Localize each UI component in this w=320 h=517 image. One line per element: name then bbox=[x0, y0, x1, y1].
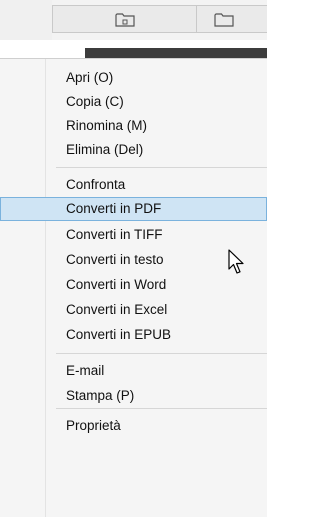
mouse-pointer-icon bbox=[228, 249, 244, 274]
menu-separator bbox=[56, 408, 267, 409]
menu-item-email[interactable]: E-mail bbox=[0, 359, 267, 383]
menu-item-open[interactable]: Apri (O) bbox=[0, 66, 267, 90]
menu-item-convert-tiff[interactable]: Converti in TIFF bbox=[0, 223, 267, 247]
menu-item-convert-text[interactable]: Converti in testo bbox=[0, 248, 267, 272]
menu-separator bbox=[56, 167, 267, 168]
menu-item-properties[interactable]: Proprietà bbox=[0, 414, 267, 438]
folder-icon bbox=[114, 12, 135, 27]
menu-item-delete[interactable]: Elimina (Del) bbox=[0, 138, 267, 162]
toolbar bbox=[0, 0, 267, 40]
context-menu: Apri (O) Copia (C) Rinomina (M) Elimina … bbox=[0, 58, 267, 517]
menu-item-convert-word[interactable]: Converti in Word bbox=[0, 273, 267, 297]
menu-item-convert-pdf[interactable]: Converti in PDF bbox=[0, 197, 267, 221]
menu-item-rename[interactable]: Rinomina (M) bbox=[0, 114, 267, 138]
folder-icon bbox=[214, 12, 234, 27]
menu-item-convert-excel[interactable]: Converti in Excel bbox=[0, 298, 267, 322]
menu-item-print[interactable]: Stampa (P) bbox=[0, 384, 267, 408]
menu-item-convert-epub[interactable]: Converti in EPUB bbox=[0, 323, 267, 347]
toolbar-folder-button-2[interactable] bbox=[196, 5, 267, 33]
menu-item-copy[interactable]: Copia (C) bbox=[0, 90, 267, 114]
toolbar-folder-button[interactable] bbox=[52, 5, 197, 33]
menu-separator bbox=[56, 353, 267, 354]
menu-item-compare[interactable]: Confronta bbox=[0, 173, 267, 197]
screen: Apri (O) Copia (C) Rinomina (M) Elimina … bbox=[0, 0, 267, 517]
toolbar-spacer bbox=[0, 0, 52, 40]
